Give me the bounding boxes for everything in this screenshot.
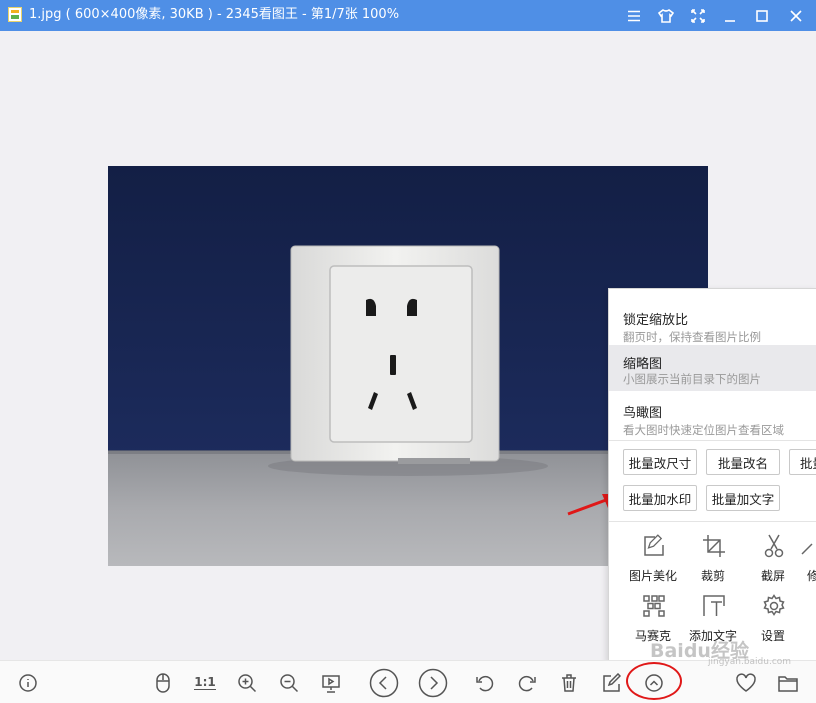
- close-icon[interactable]: [781, 0, 811, 31]
- zoom-in-icon[interactable]: [233, 669, 261, 697]
- baidu-watermark-sub: jingyan.baidu.com: [708, 657, 792, 667]
- maximize-icon[interactable]: [747, 0, 777, 31]
- tool-crop[interactable]: 裁剪: [683, 533, 743, 585]
- menu-item-title: 锁定缩放比: [623, 313, 689, 328]
- batch-resize-button[interactable]: 批量改尺寸: [623, 449, 697, 475]
- menu-item-lock-zoom[interactable]: 锁定缩放比 翻页时，保持查看图片比例: [609, 303, 816, 351]
- batch-more-button[interactable]: 批量: [789, 449, 816, 475]
- add-text-icon: [701, 593, 727, 619]
- divider: [609, 440, 816, 441]
- menu-icon[interactable]: [619, 0, 649, 31]
- delete-icon[interactable]: [555, 669, 583, 697]
- favorite-icon[interactable]: [732, 669, 760, 697]
- mosaic-icon: [641, 593, 667, 619]
- tool-label: 裁剪: [700, 569, 725, 583]
- title-bar: 1.jpg ( 600×400像素, 30KB ) - 2345看图王 - 第1…: [0, 0, 816, 31]
- menu-item-title: 缩略图: [623, 357, 663, 372]
- minimize-icon[interactable]: [715, 0, 745, 31]
- window-title: 1.jpg ( 600×400像素, 30KB ) - 2345看图王 - 第1…: [29, 7, 400, 22]
- red-circle-annotation: [626, 662, 682, 700]
- info-icon[interactable]: [14, 669, 42, 697]
- tool-label: 图片美化: [628, 569, 677, 583]
- rotate-left-icon[interactable]: [471, 669, 499, 697]
- skin-icon[interactable]: [651, 0, 681, 31]
- tool-settings[interactable]: 设置: [743, 593, 803, 645]
- menu-item-desc: 看大图时快速定位图片查看区域: [623, 423, 784, 437]
- tool-label: 设置: [760, 629, 785, 643]
- mouse-icon[interactable]: [149, 669, 177, 697]
- gear-icon: [761, 593, 787, 619]
- tool-partial[interactable]: 修: [791, 533, 816, 585]
- slideshow-icon[interactable]: [317, 669, 345, 697]
- divider: [609, 521, 816, 522]
- batch-add-text-button[interactable]: 批量加文字: [706, 485, 780, 511]
- menu-item-desc: 翻页时，保持查看图片比例: [623, 330, 761, 344]
- edit-icon[interactable]: [597, 669, 625, 697]
- tool-beautify[interactable]: 图片美化: [623, 533, 683, 585]
- crop-icon: [701, 533, 727, 559]
- tool-label: 修: [807, 567, 816, 584]
- edit-icon: [641, 533, 667, 559]
- prev-icon[interactable]: [368, 667, 400, 699]
- batch-rename-button[interactable]: 批量改名: [706, 449, 780, 475]
- one-to-one-label: 1:1: [194, 675, 216, 690]
- more-options-panel: 锁定缩放比 翻页时，保持查看图片比例 缩略图 小图展示当前目录下的图片 鸟瞰图 …: [608, 288, 816, 662]
- app-icon: [8, 7, 22, 22]
- partial-icon: [797, 533, 816, 559]
- one-to-one-button[interactable]: 1:1: [191, 669, 219, 697]
- batch-watermark-button[interactable]: 批量加水印: [623, 485, 697, 511]
- bottom-toolbar: 1:1: [0, 660, 816, 703]
- folder-icon[interactable]: [774, 669, 802, 697]
- scissors-icon: [761, 533, 787, 559]
- menu-item-desc: 小图展示当前目录下的图片: [623, 372, 761, 386]
- menu-item-title: 鸟瞰图: [623, 406, 663, 421]
- menu-item-birdseye[interactable]: 鸟瞰图 看大图时快速定位图片查看区域: [609, 396, 816, 444]
- zoom-out-icon[interactable]: [275, 669, 303, 697]
- fullscreen-icon[interactable]: [683, 0, 713, 31]
- rotate-right-icon[interactable]: [513, 669, 541, 697]
- menu-item-thumbnail[interactable]: 缩略图 小图展示当前目录下的图片: [609, 345, 816, 391]
- next-icon[interactable]: [417, 667, 449, 699]
